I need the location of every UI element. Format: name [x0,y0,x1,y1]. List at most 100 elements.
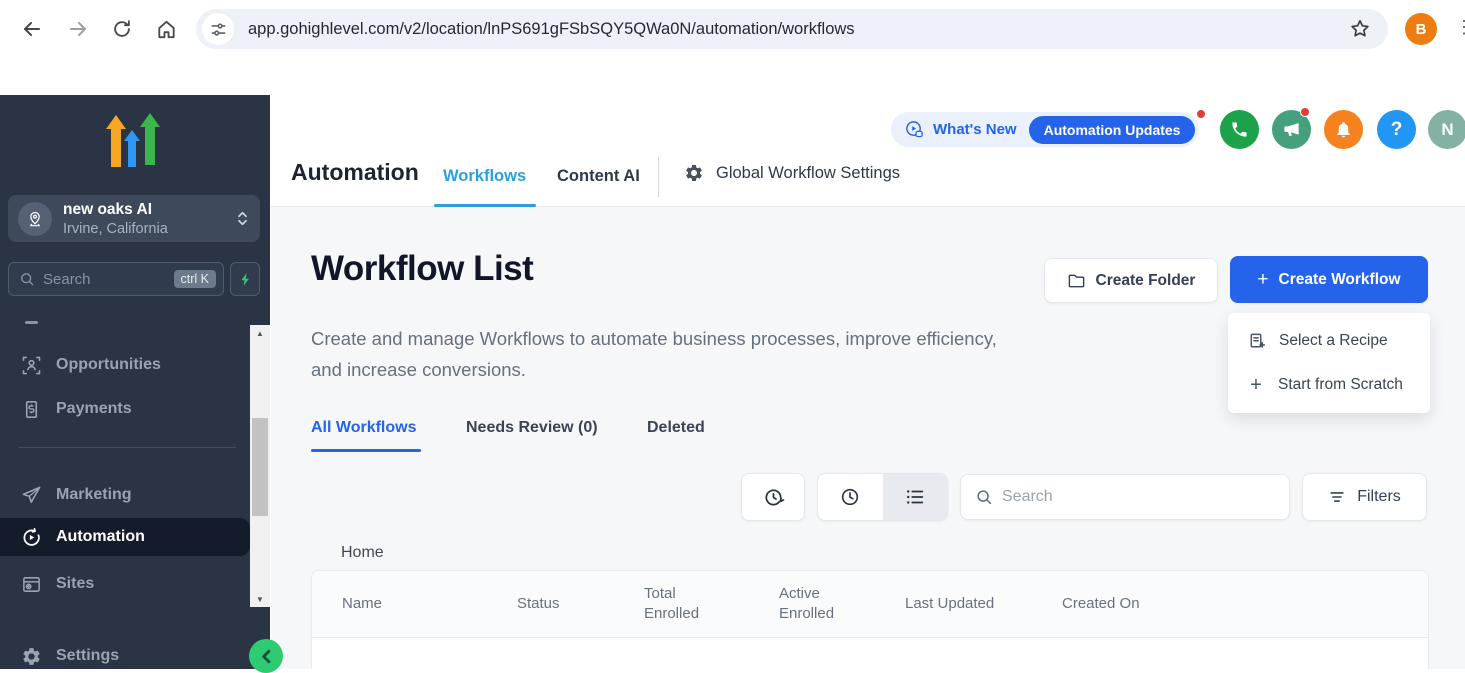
sidebar-item-settings[interactable]: Settings [0,638,250,669]
location-city: Irvine, California [63,221,237,237]
breadcrumb[interactable]: Home [341,544,384,562]
tab-needs-review[interactable]: Needs Review (0) [466,419,598,437]
browser-forward-icon[interactable] [64,15,92,43]
header-divider [658,157,659,197]
marketing-icon [20,484,42,506]
create-workflow-button[interactable]: + Create Workflow [1230,256,1428,303]
menu-item-start-from-scratch[interactable]: + Start from Scratch [1228,363,1430,407]
quick-actions-button[interactable] [230,262,260,296]
clock-icon [839,486,861,508]
column-header-last-updated: Last Updated [905,595,994,612]
filters-button[interactable]: Filters [1302,473,1427,521]
browser-home-icon[interactable] [152,15,180,43]
enrollment-history-button[interactable] [741,473,805,521]
sites-icon [20,573,42,595]
tab-content-ai[interactable]: Content AI [557,167,640,186]
plus-icon: + [1247,374,1265,397]
sidebar-item-opportunities[interactable]: Opportunities [0,347,250,383]
truncated-menu-item-icon [25,321,38,324]
scrollbar-up-icon[interactable]: ▲ [250,325,270,341]
whats-new-button[interactable]: What's New Automation Updates [891,112,1199,147]
workflow-table: Name Status Total Enrolled Active Enroll… [311,570,1429,669]
settings-gear-icon [20,645,42,667]
browser-profile-avatar[interactable]: B [1405,13,1437,45]
megaphone-icon [1282,120,1301,139]
global-workflow-settings-label: Global Workflow Settings [716,164,900,183]
location-pin-icon [18,202,52,236]
user-avatar[interactable]: N [1428,110,1465,149]
url-text: app.gohighlevel.com/v2/location/lnPS691g… [248,20,1348,39]
browser-toolbar: app.gohighlevel.com/v2/location/lnPS691g… [0,0,1465,58]
sidebar-search[interactable]: ctrl K [8,262,224,296]
gear-icon [684,163,704,183]
menu-item-select-recipe[interactable]: Select a Recipe [1228,319,1430,363]
tab-deleted[interactable]: Deleted [647,419,705,437]
help-button[interactable]: ? [1377,110,1416,149]
column-header-status: Status [517,595,560,612]
tab-all-workflows[interactable]: All Workflows [311,419,417,437]
page-title: Workflow List [311,249,533,289]
browser-reload-icon[interactable] [108,15,136,43]
location-switcher[interactable]: new oaks AI Irvine, California [8,195,260,242]
global-workflow-settings-link[interactable]: Global Workflow Settings [684,163,900,183]
bell-icon [1334,120,1353,139]
phone-icon [1230,120,1249,139]
workflow-list-page: Workflow List Create and manage Workflow… [271,207,1465,669]
create-workflow-menu: Select a Recipe + Start from Scratch [1228,313,1430,413]
create-folder-button[interactable]: Create Folder [1044,258,1218,303]
question-mark-icon: ? [1391,119,1403,141]
browser-back-icon[interactable] [18,15,46,43]
notification-dot [1196,109,1206,119]
plus-icon: + [1257,269,1268,291]
notification-dot [1300,107,1310,117]
time-view-button[interactable] [818,474,883,520]
chevron-updown-icon [237,211,248,226]
chevron-left-icon [259,649,274,664]
page-description: Create and manage Workflows to automate … [311,323,1016,385]
workflow-search-input[interactable] [1002,488,1289,506]
scrollbar-down-icon[interactable]: ▼ [250,591,270,607]
sidebar: new oaks AI Irvine, California ctrl K Op… [0,95,270,669]
sidebar-item-sites[interactable]: Sites [0,566,250,602]
browser-menu-icon[interactable]: ⋮ [1455,17,1465,38]
opportunities-icon [20,354,42,376]
list-view-button[interactable] [883,474,948,520]
table-body [312,638,1428,669]
browser-address-bar[interactable]: app.gohighlevel.com/v2/location/lnPS691g… [196,9,1388,49]
column-header-name: Name [342,595,382,612]
search-icon [19,271,35,287]
sidebar-item-automation[interactable]: Automation [0,518,250,556]
lightning-bolt-icon [238,272,253,287]
recipe-icon [1247,332,1266,351]
sidebar-item-marketing[interactable]: Marketing [0,477,250,513]
site-info-icon[interactable] [202,13,234,45]
sidebar-scrollbar[interactable]: ▲ ▼ [250,325,270,607]
search-shortcut-badge: ctrl K [174,270,216,288]
filter-icon [1328,488,1346,506]
active-list-tab-underline [311,449,421,452]
table-header-row: Name Status Total Enrolled Active Enroll… [312,571,1428,638]
sidebar-collapse-button[interactable] [249,639,283,673]
whats-new-label: What's New [933,121,1017,138]
location-name: new oaks AI [63,201,237,219]
scrollbar-thumb[interactable] [252,418,268,516]
phone-button[interactable] [1220,110,1259,149]
payments-icon [20,398,42,420]
column-header-total-enrolled: Total Enrolled [644,584,708,624]
gohighlevel-logo [100,111,170,169]
bookmark-star-icon[interactable] [1348,17,1372,41]
sidebar-search-input[interactable] [43,271,174,288]
main-header: What's New Automation Updates ? N Automa… [271,95,1465,207]
notifications-button[interactable] [1324,110,1363,149]
list-icon [904,486,926,508]
tab-workflows[interactable]: Workflows [443,167,526,186]
automation-updates-badge[interactable]: Automation Updates [1029,116,1196,144]
view-toggle [817,473,948,521]
column-header-created-on: Created On [1062,595,1140,612]
workflow-search[interactable] [960,474,1290,520]
folder-icon [1067,271,1086,290]
whats-new-icon [904,119,925,140]
column-header-active-enrolled: Active Enrolled [779,584,843,624]
bookmarks-bar: All Bookmarks [0,58,1465,95]
sidebar-item-payments[interactable]: Payments [0,391,250,427]
